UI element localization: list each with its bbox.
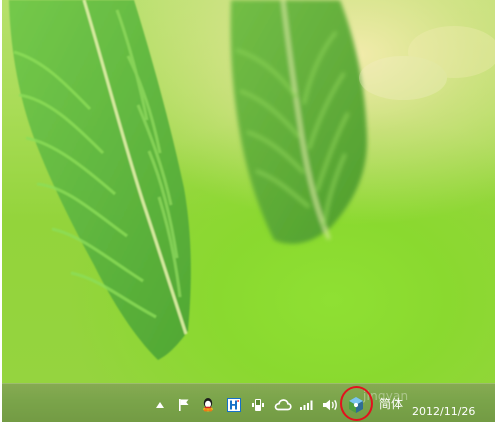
clock-date[interactable]: 2012/11/26 (412, 405, 475, 418)
action-center-flag-icon[interactable] (175, 396, 193, 414)
qq-icon[interactable] (199, 396, 217, 414)
chevron-up-icon[interactable] (153, 396, 167, 414)
volume-icon[interactable] (321, 396, 339, 414)
usb-device-icon[interactable] (249, 396, 267, 414)
cloud-icon[interactable] (274, 396, 292, 414)
ime-language-label[interactable]: 简体 (379, 397, 403, 411)
wallpaper-leaves (9, 0, 495, 360)
h-app-icon[interactable] (225, 396, 243, 414)
wifi-signal-icon[interactable] (298, 396, 316, 414)
taskbar: jingyan 简体 2012/11/26 (2, 383, 495, 422)
desktop (2, 0, 495, 383)
